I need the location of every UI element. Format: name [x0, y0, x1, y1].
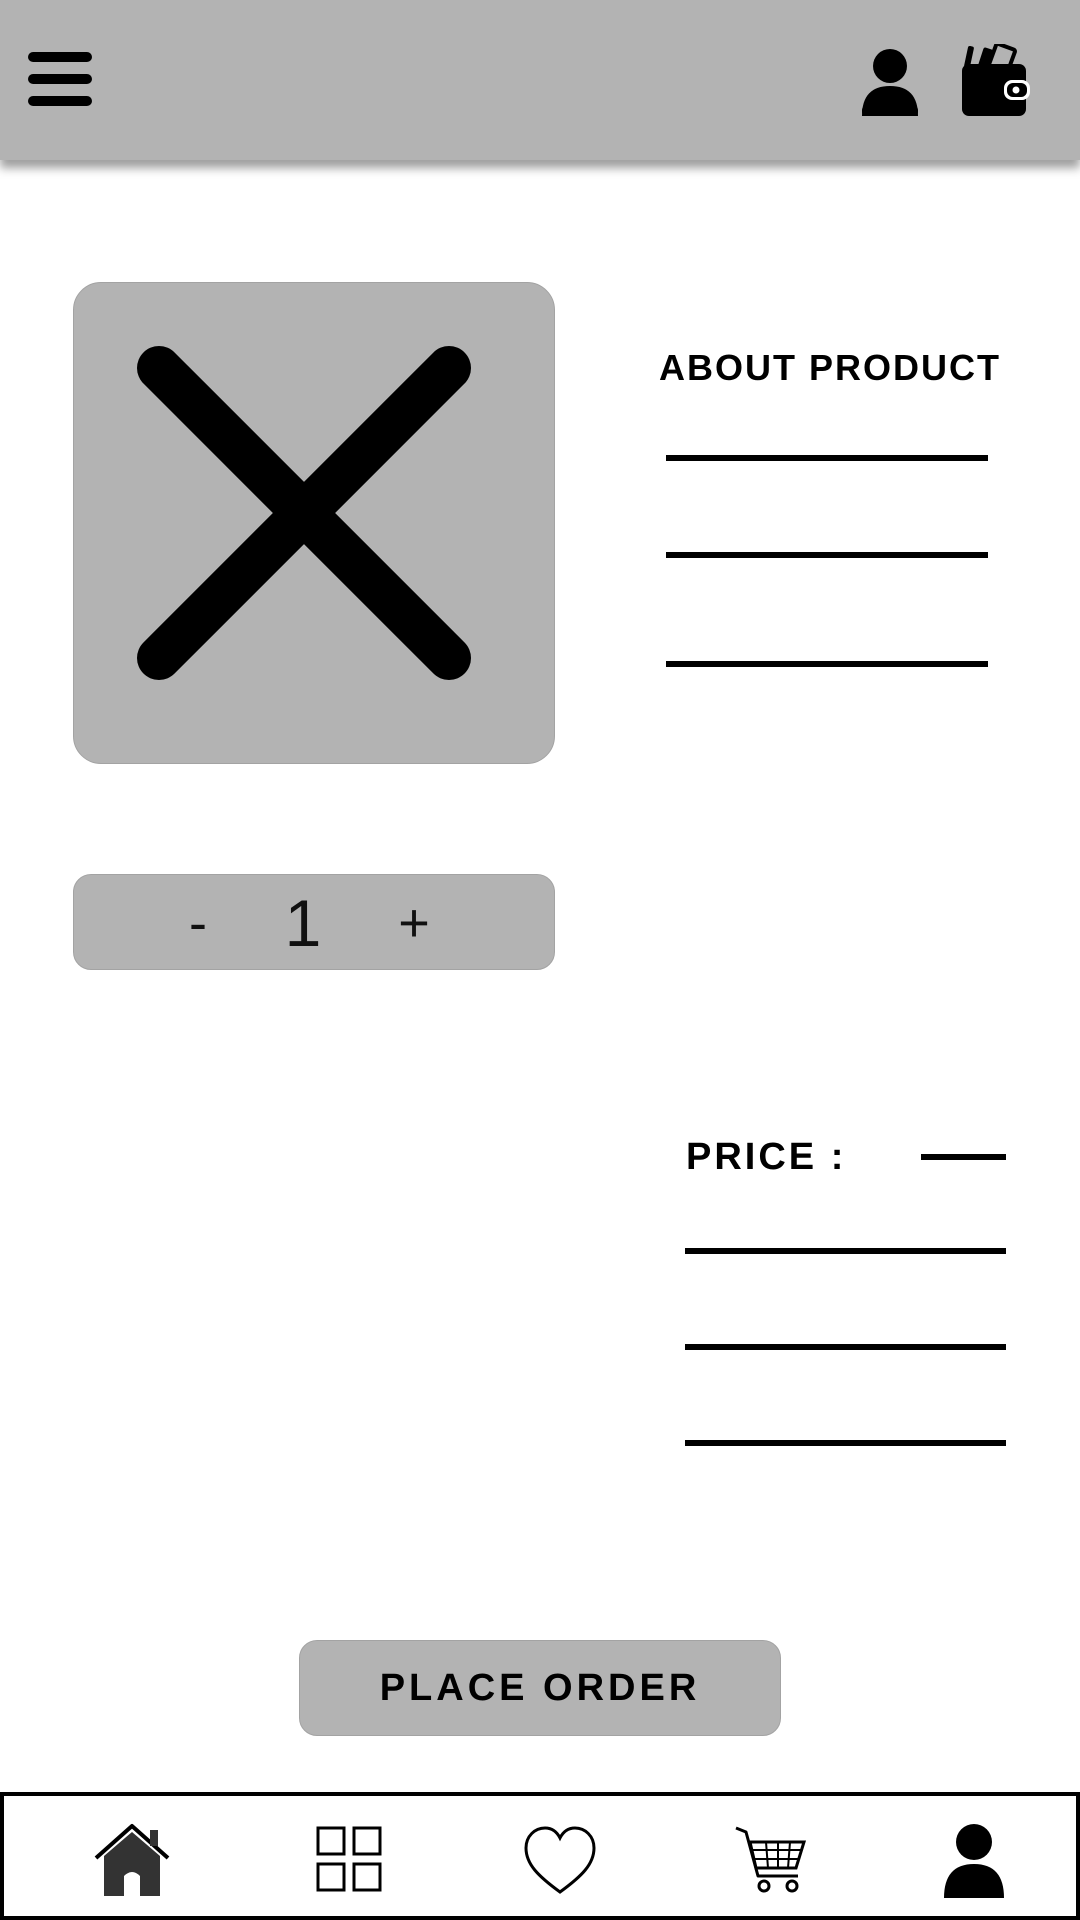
- user-icon[interactable]: [934, 1820, 1014, 1900]
- bottom-navigation-bar: [0, 1792, 1080, 1920]
- about-product-title: ABOUT PRODUCT: [659, 347, 1001, 388]
- price-label: PRICE :: [686, 1136, 847, 1178]
- price-value-line: [921, 1154, 1006, 1160]
- user-icon[interactable]: [858, 46, 922, 116]
- about-line-2: [666, 552, 988, 558]
- heart-icon[interactable]: [520, 1820, 600, 1900]
- increment-button[interactable]: +: [384, 875, 444, 969]
- product-image-placeholder: [73, 282, 555, 764]
- price-line-1: [685, 1248, 1006, 1254]
- about-line-1: [666, 455, 988, 461]
- wallet-icon[interactable]: [960, 41, 1030, 118]
- home-icon[interactable]: [92, 1820, 172, 1900]
- hamburger-menu-icon[interactable]: [28, 52, 94, 108]
- close-x-icon: [137, 346, 471, 680]
- about-line-3: [666, 661, 988, 667]
- top-app-bar: [0, 0, 1080, 160]
- cart-icon[interactable]: [732, 1820, 812, 1900]
- quantity-value: 1: [284, 886, 322, 960]
- decrement-button[interactable]: -: [178, 875, 218, 969]
- grid-icon[interactable]: [310, 1820, 390, 1900]
- quantity-stepper: - 1 +: [73, 874, 555, 970]
- price-line-2: [685, 1344, 1006, 1350]
- place-order-button[interactable]: PLACE ORDER: [299, 1640, 781, 1736]
- price-line-3: [685, 1440, 1006, 1446]
